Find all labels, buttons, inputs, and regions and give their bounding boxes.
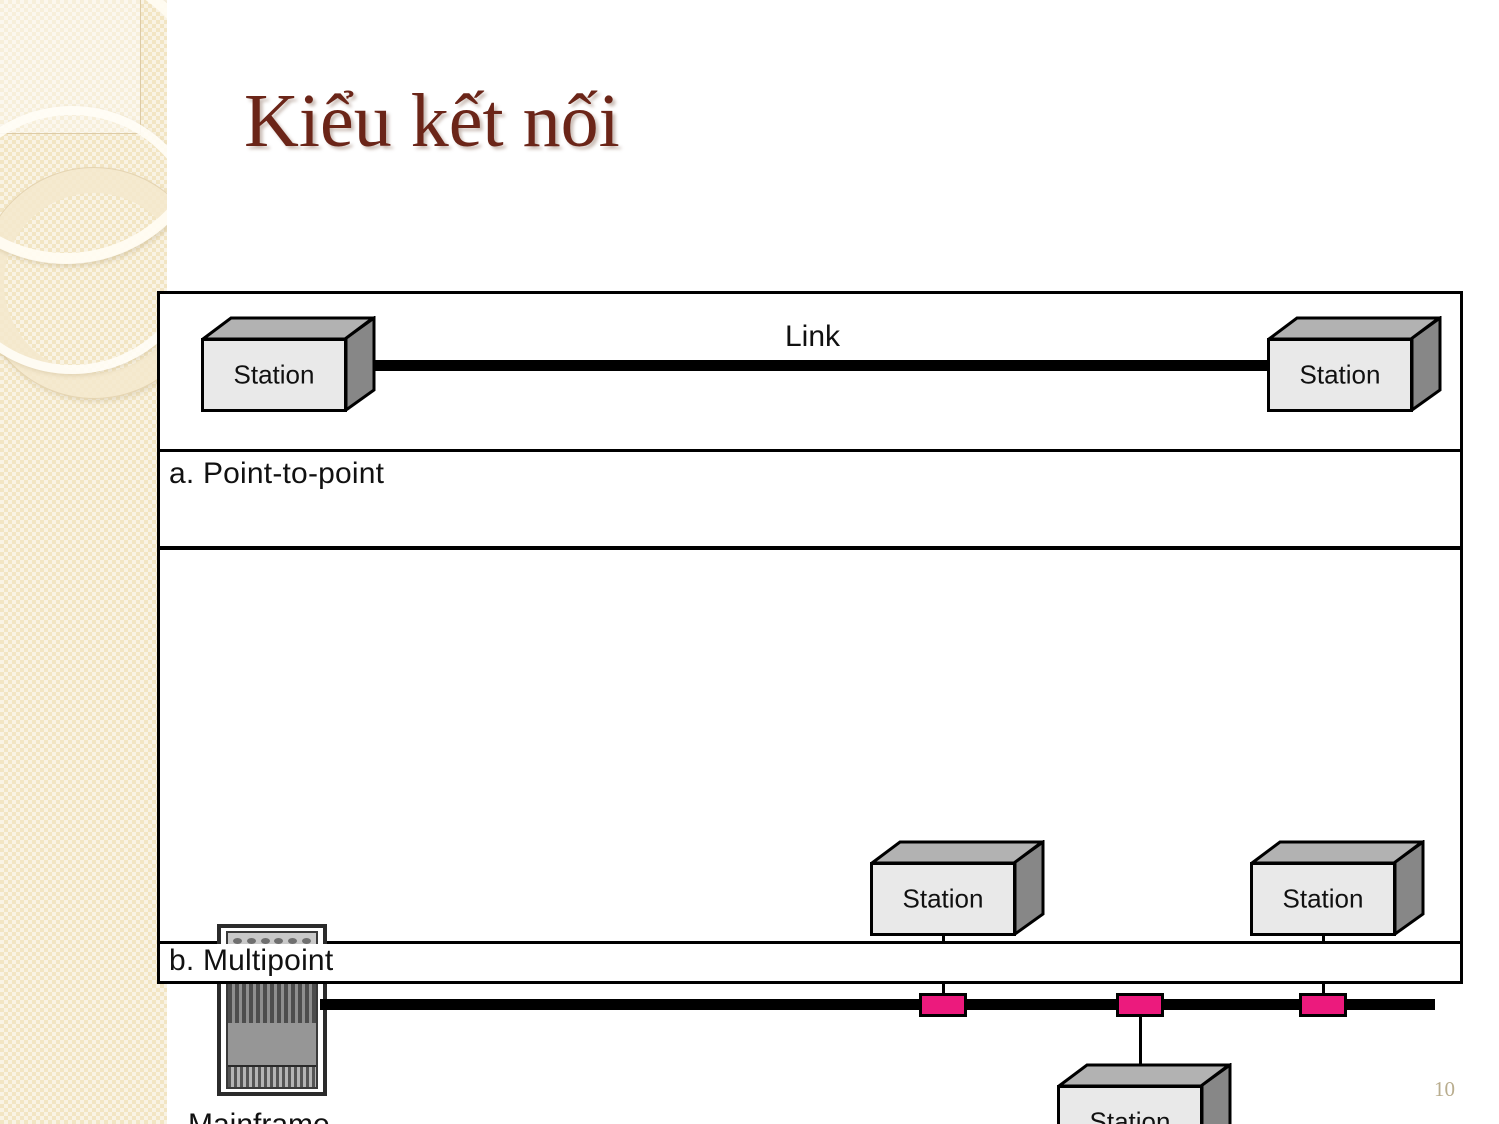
panel-multipoint: Mainframe Link Station: [157, 547, 1463, 1124]
box-front-face: Station: [870, 862, 1016, 936]
station-b-top-right: Station: [1250, 840, 1425, 936]
tap-connector-1: [919, 993, 967, 1017]
station-label: Station: [1089, 1106, 1171, 1124]
mainframe-upper-vents: [228, 981, 316, 1027]
mainframe-led: [287, 937, 297, 944]
mainframe-led: [301, 937, 311, 944]
mainframe-led: [260, 937, 270, 944]
box-front-face: Station: [201, 338, 347, 412]
box-front-face: Station: [1267, 338, 1413, 412]
mainframe-blank-panel: [228, 1023, 316, 1065]
caption-strip-point-to-point: a. Point-to-point: [157, 452, 1463, 549]
tap-connector-3: [1299, 993, 1347, 1017]
station-label: Station: [902, 883, 984, 914]
caption-label-point-to-point: a. Point-to-point: [169, 457, 385, 490]
station-label: Station: [1282, 883, 1364, 914]
decorative-ring-outer: [0, 0, 167, 264]
station-label: Station: [233, 359, 315, 390]
station-label: Station: [1299, 359, 1381, 390]
station-a-left: Station: [201, 316, 376, 412]
link-line-multipoint: [320, 999, 1435, 1010]
page-number: 10: [1434, 1077, 1455, 1101]
caption-strip-multipoint: b. Multipoint: [157, 944, 1463, 984]
slide-canvas: Kiểu kết nối Station Link Station a. Poi…: [0, 0, 1499, 1124]
station-b-bottom-middle: Station: [1057, 1063, 1232, 1124]
box-front-face: Station: [1250, 862, 1396, 936]
connection-types-figure: Station Link Station a. Point-to-point S…: [157, 291, 1463, 1124]
mainframe-led: [233, 937, 243, 944]
mainframe-label: Mainframe: [188, 1108, 330, 1124]
link-line-point-to-point: [345, 360, 1427, 371]
caption-label-multipoint: b. Multipoint: [169, 944, 334, 977]
station-a-right: Station: [1267, 316, 1442, 412]
page-title: Kiểu kết nối: [244, 79, 620, 163]
station-b-top-left: Station: [870, 840, 1045, 936]
panel-point-to-point: Station Link Station: [157, 291, 1463, 452]
mainframe-led: [274, 937, 284, 944]
link-label-point-to-point: Link: [785, 320, 841, 353]
tap-connector-2: [1116, 993, 1164, 1017]
mainframe-led: [246, 937, 256, 944]
box-front-face: Station: [1057, 1085, 1203, 1124]
decorative-sidebar-band: [0, 0, 167, 1124]
mainframe-lower-vents: [228, 1065, 316, 1087]
